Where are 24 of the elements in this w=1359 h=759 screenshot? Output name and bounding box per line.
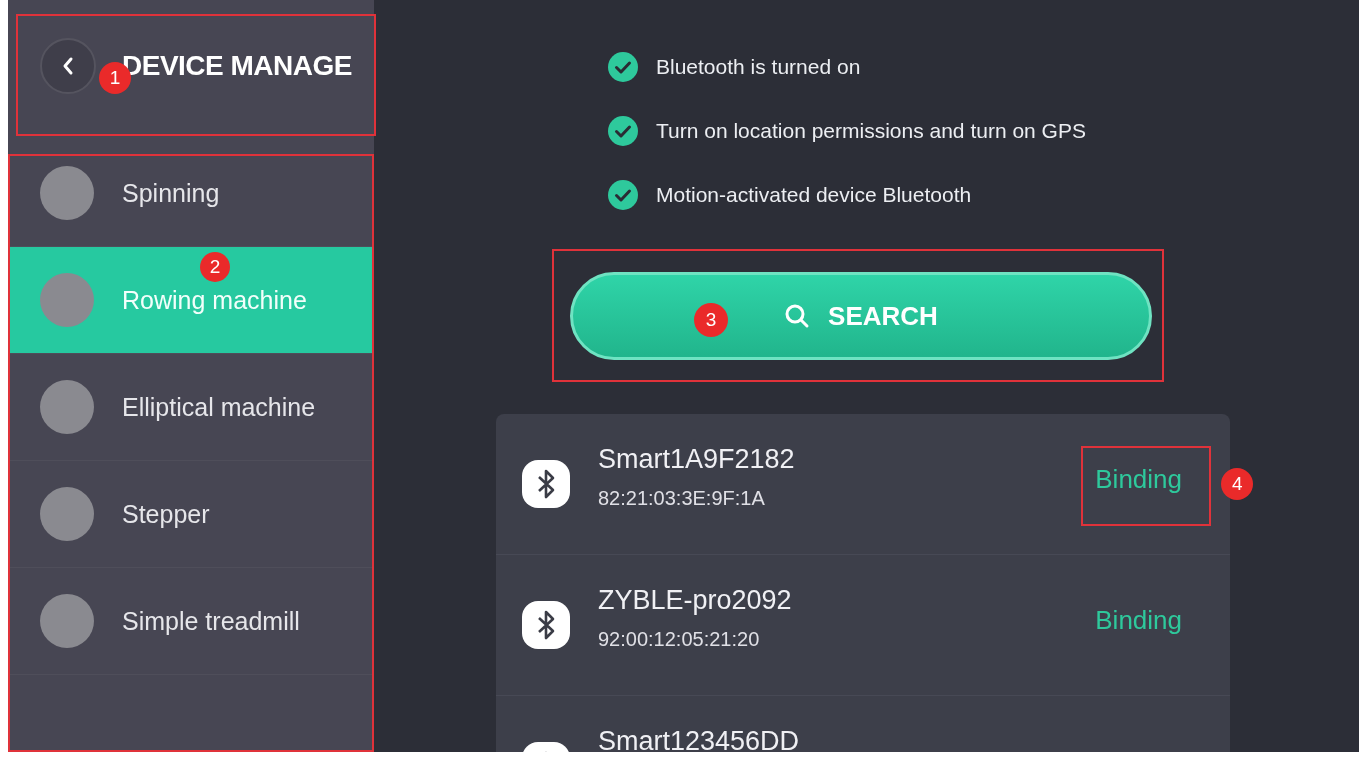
photo-placeholder — [40, 594, 94, 648]
sidebar-item[interactable]: Elliptical machine — [8, 354, 374, 461]
back-icon — [62, 56, 74, 76]
binding-link[interactable]: Binding — [1095, 464, 1182, 494]
photo-placeholder — [40, 487, 94, 541]
bluetooth-icon — [522, 460, 570, 508]
device-address: 82:21:03:3E:9F:1A — [598, 487, 766, 510]
checklist-text: Bluetooth is turned on — [656, 55, 861, 79]
photo-placeholder — [40, 166, 94, 220]
binding-link[interactable]: Binding — [1095, 605, 1182, 635]
bluetooth-icon — [522, 601, 570, 649]
device-address: 92:00:12:05:21:20 — [598, 628, 761, 651]
device-name: Smart123456DD — [598, 726, 801, 752]
sidebar-item[interactable]: Simple treadmill — [8, 568, 374, 675]
sidebar-item[interactable]: Stepper — [8, 461, 374, 568]
checklist-text: Turn on location permissions and turn on GPS — [656, 119, 1086, 143]
device-name: ZYBLE-pro2092 — [598, 585, 793, 616]
device-name: Smart1A9F2182 — [598, 444, 796, 475]
search-icon — [784, 303, 811, 329]
photo-placeholder — [40, 380, 94, 434]
checklist-text: Motion-activated device Bluetooth — [656, 183, 972, 207]
back-button[interactable] — [40, 38, 96, 94]
photo-placeholder — [40, 273, 94, 327]
annotation-number: 4 — [1221, 468, 1254, 500]
